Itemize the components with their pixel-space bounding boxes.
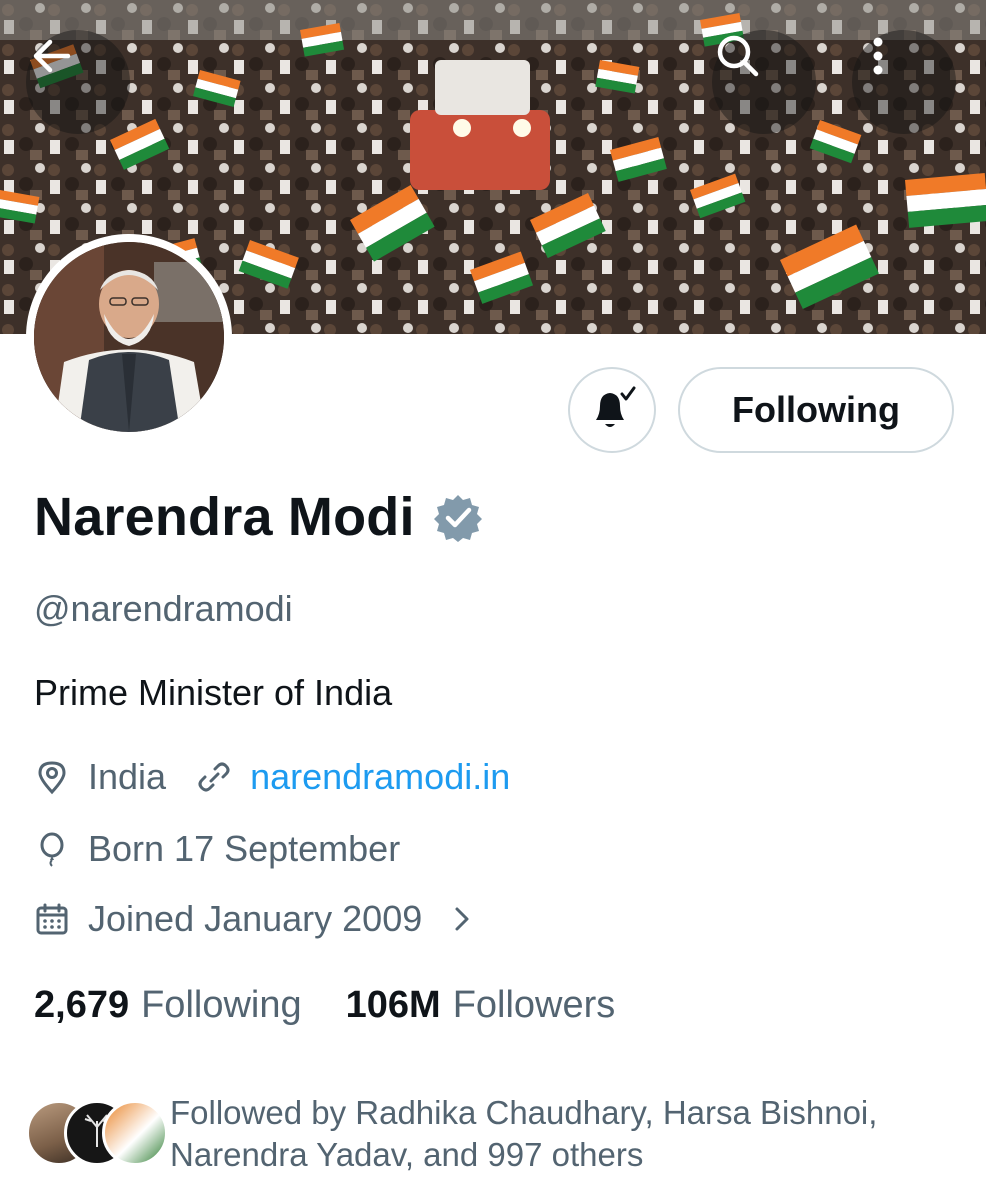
profile-name: Narendra Modi <box>34 487 415 547</box>
link-icon <box>198 762 230 792</box>
chevron-right-icon <box>455 907 469 931</box>
profile-location: India <box>88 756 167 797</box>
profile-birthday: Born 17 September <box>88 828 401 869</box>
avatar-photo <box>34 242 224 432</box>
profile-bio: Prime Minister of India <box>34 672 393 713</box>
following-count: 2,679 <box>34 984 130 1026</box>
verified-badge-icon[interactable] <box>433 492 483 542</box>
location-website-row: India narendramodi.in <box>34 756 510 798</box>
mutual-avatar <box>102 1100 168 1166</box>
balloon-icon <box>40 832 64 867</box>
more-vertical-icon <box>873 37 883 75</box>
following-stat[interactable]: 2,679 Following <box>34 984 302 1027</box>
followers-stat-label: Followers <box>452 984 616 1026</box>
followed-by-line-2: Narendra Yadav, and 997 others <box>170 1136 644 1173</box>
search-button[interactable] <box>712 30 816 134</box>
calendar-icon <box>36 903 68 935</box>
back-button[interactable] <box>26 30 130 134</box>
profile-handle: @narendramodi <box>34 588 293 629</box>
following-stat-label: Following <box>141 984 302 1026</box>
joined-row[interactable]: Joined January 2009 <box>34 898 480 940</box>
profile-joined-date: Joined January 2009 <box>88 898 423 939</box>
profile-website-link[interactable]: narendramodi.in <box>250 756 510 798</box>
birthday-row: Born 17 September <box>34 828 400 870</box>
follow-stats: 2,679 Following 106M Followers <box>34 984 615 1027</box>
profile-name-row: Narendra Modi <box>34 486 483 548</box>
profile-avatar[interactable] <box>26 234 232 440</box>
notifications-button[interactable] <box>568 367 656 453</box>
avatar-portrait <box>34 242 224 432</box>
more-options-button[interactable] <box>852 30 956 134</box>
arrow-left-icon <box>33 39 71 73</box>
followers-stat[interactable]: 106M Followers <box>346 984 616 1027</box>
search-icon <box>717 35 759 77</box>
followers-count: 106M <box>345 984 441 1026</box>
followed-by-avatars <box>26 1100 168 1174</box>
bell-check-icon <box>596 386 636 427</box>
following-button[interactable]: Following <box>678 367 954 453</box>
location-pin-icon <box>38 761 66 795</box>
followed-by-text: Followed by Radhika Chaudhary, Harsa Bis… <box>170 1092 960 1176</box>
followed-by-line-1: Followed by Radhika Chaudhary, Harsa Bis… <box>170 1094 878 1131</box>
followed-by-section[interactable]: Followed by Radhika Chaudhary, Harsa Bis… <box>26 1092 960 1176</box>
